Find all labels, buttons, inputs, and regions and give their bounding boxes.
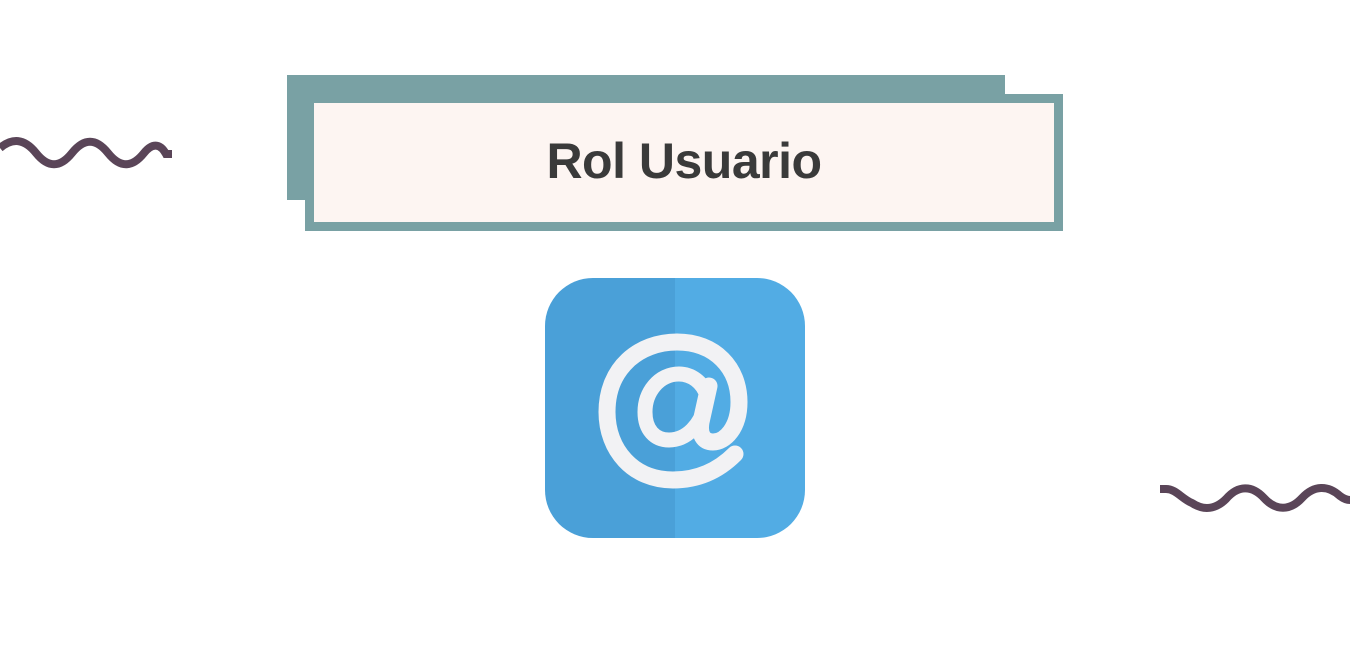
squiggle-decoration-left [0, 137, 172, 169]
slide: Rol Usuario [0, 0, 1350, 650]
title-banner: Rol Usuario [305, 94, 1063, 231]
squiggle-decoration-right [1160, 484, 1350, 512]
at-sign-email-icon [545, 278, 805, 538]
page-title: Rol Usuario [546, 132, 822, 189]
